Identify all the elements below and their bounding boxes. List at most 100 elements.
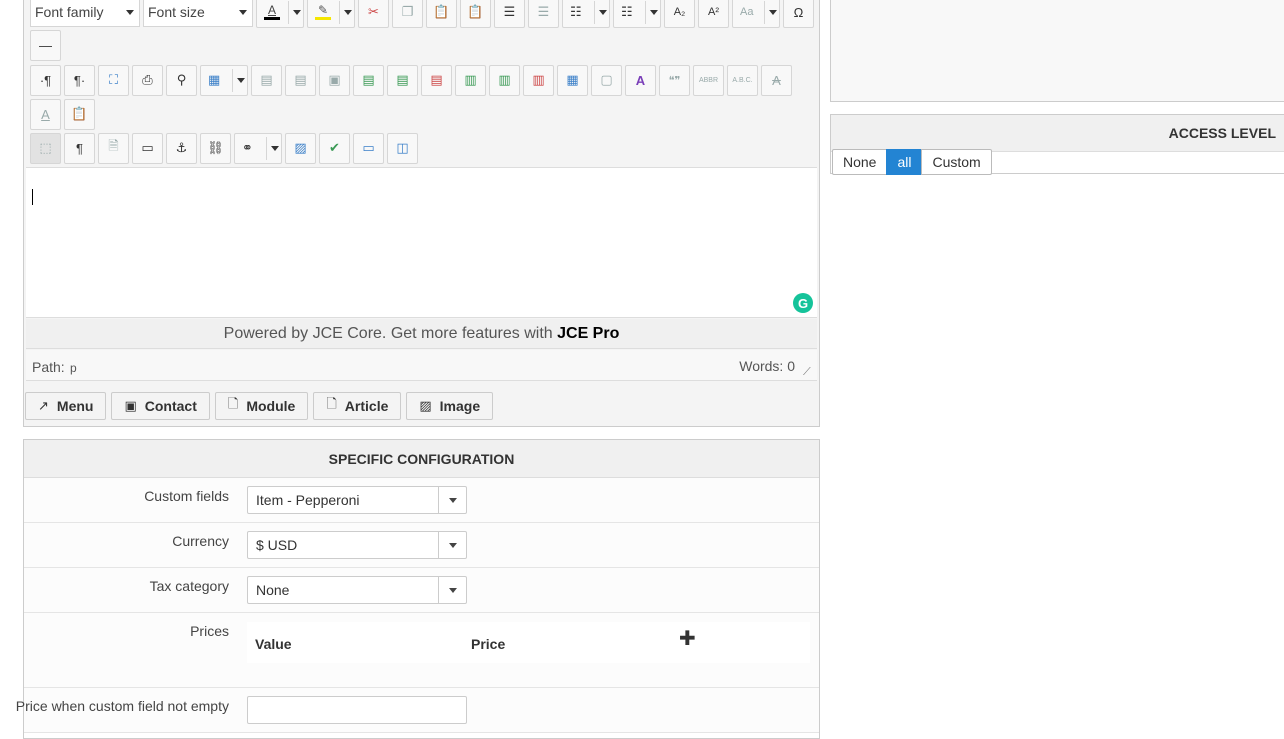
form-button[interactable]: ▭ [132,132,163,164]
blockquote-button[interactable]: ❝❞ [659,64,690,96]
image-insert-button[interactable]: ▨ Image [406,392,494,420]
toolbar-row-1: Font family Font size A ✎ ✂ ❐ 📋 📋 ☰ ☰ ☷ … [30,0,814,28]
anchor-button[interactable]: ⚓ [166,132,197,164]
path-element[interactable]: p [70,361,77,375]
access-level-toggle: None all Custom [832,149,992,175]
superscript-button[interactable]: A² [698,0,729,28]
insert-col-after-button[interactable]: ▥ [489,64,520,96]
read-more-button[interactable]: ▭ [353,132,384,164]
delete-table-button[interactable]: ▤ [251,64,282,96]
insert-col-before-button[interactable]: ▥ [455,64,486,96]
access-option-none[interactable]: None [832,149,888,175]
paste-word-button[interactable]: 📋 [64,98,95,130]
visual-aid-button[interactable]: ⬚ [30,132,61,164]
insert-col-before-icon: ▥ [464,72,477,87]
insert-row-before-button[interactable]: ▤ [353,64,384,96]
cell-props-button[interactable]: ▣ [319,64,350,96]
font-family-select[interactable]: Font family [30,0,140,27]
search-replace-icon: ⚲ [176,72,187,87]
cut-button[interactable]: ✂ [358,0,389,28]
text-color-button[interactable]: A [256,0,304,28]
currency-select[interactable]: $ USD [247,531,467,559]
copy-button[interactable]: ❐ [392,0,423,28]
style-button[interactable]: Aa [732,0,780,28]
prices-row: Prices Value Price ✚ [24,613,819,688]
module-button[interactable]: 🗋 Module [214,392,309,420]
search-replace-button[interactable]: ⚲ [166,64,197,96]
editor-statusbar: Path: p Words: 0 ⟋ [26,350,817,381]
chevron-down-icon [449,498,457,503]
outdent-button[interactable]: ☰ [528,0,559,28]
merge-cells-button[interactable]: ▦ [557,64,588,96]
jce-pro-link[interactable]: JCE Pro [557,325,619,342]
font-size-select[interactable]: Font size [143,0,253,27]
highlight-button[interactable]: ✎ [307,0,355,28]
fullscreen-button[interactable]: ⛶ [98,64,129,96]
unlink-button[interactable]: ⛓ [200,132,231,164]
special-char-icon: Ω [793,4,804,20]
rtl-button[interactable]: ¶· [64,64,95,96]
row-props-icon: ▤ [294,72,307,87]
image-button[interactable]: ▨ [285,132,316,164]
visual-chars-icon: ¶ [76,140,83,156]
currency-label: Currency [172,533,229,549]
acronym-button[interactable]: A.B.C. [727,64,758,96]
split-cells-button[interactable]: ▢ [591,64,622,96]
menu-icon: ↗ [38,398,49,413]
strikethrough-button[interactable]: A [761,64,792,96]
access-option-custom[interactable]: Custom [921,149,992,175]
style-props-button[interactable]: A [625,64,656,96]
subscript-icon: A₂ [673,6,686,18]
link-button[interactable]: ⚭ [234,132,282,164]
delete-row-button[interactable]: ▤ [421,64,452,96]
price-nonempty-select[interactable] [247,696,467,724]
indent-button[interactable]: ☰ [494,0,525,28]
paste-text-button[interactable]: 📋 [460,0,491,28]
horizontal-rule-button[interactable]: — [30,29,61,61]
row-props-button[interactable]: ▤ [285,64,316,96]
page-break-button[interactable]: ◫ [387,132,418,164]
price-nonempty-row: Price when custom field not empty [16,688,819,733]
rtl-icon: ¶· [73,72,86,88]
resize-handle-icon[interactable]: ⟋ [803,367,813,378]
text-case-button[interactable]: A [30,98,61,130]
custom-fields-label: Custom fields [144,488,229,504]
cell-props-icon: ▣ [328,72,341,87]
table-icon: ▦ [208,72,221,87]
paste-button[interactable]: 📋 [426,0,457,28]
insert-col-after-icon: ▥ [498,72,511,87]
anchor-icon: ⚓ [175,140,188,155]
bullet-list-button[interactable]: ☷ [613,0,661,28]
ltr-button[interactable]: ·¶ [30,64,61,96]
template-button[interactable]: 🗎 [98,132,129,164]
editor-content-area[interactable]: G [26,167,817,318]
editor-insert-buttons: ↗ Menu ▣ Contact 🗋 Module 🗋 Article ▨ Image [25,392,494,420]
spellcheck-button[interactable]: ✔ [319,132,350,164]
delete-col-button[interactable]: ▥ [523,64,554,96]
menu-button[interactable]: ↗ Menu [25,392,107,420]
tax-category-select[interactable]: None [247,576,467,604]
abbr-icon: ABBR [698,76,719,84]
split-cells-icon: ▢ [600,72,613,87]
special-char-button[interactable]: Ω [783,0,814,28]
grammarly-icon[interactable]: G [793,293,813,313]
visual-chars-button[interactable]: ¶ [64,132,95,164]
outdent-icon: ☰ [537,4,550,19]
table-button[interactable]: ▦ [200,64,248,96]
insert-row-after-icon: ▤ [396,72,409,87]
numbered-list-button[interactable]: ☷ [562,0,610,28]
custom-fields-select[interactable]: Item - Pepperoni [247,486,467,514]
abbr-button[interactable]: ABBR [693,64,724,96]
access-option-all[interactable]: all [886,149,923,175]
article-button[interactable]: 🗋 Article [313,392,402,420]
image-button-label: Image [439,398,481,414]
specific-configuration-title: SPECIFIC CONFIGURATION [24,440,819,478]
numbered-list-icon: ☷ [570,4,582,19]
insert-row-after-button[interactable]: ▤ [387,64,418,96]
add-price-icon[interactable]: ✚ [679,626,696,651]
blockquote-icon: ❝❞ [668,74,681,87]
delete-row-icon: ▤ [430,72,443,87]
print-button[interactable]: ⎙ [132,64,163,96]
subscript-button[interactable]: A₂ [664,0,695,28]
contact-button[interactable]: ▣ Contact [111,392,210,420]
